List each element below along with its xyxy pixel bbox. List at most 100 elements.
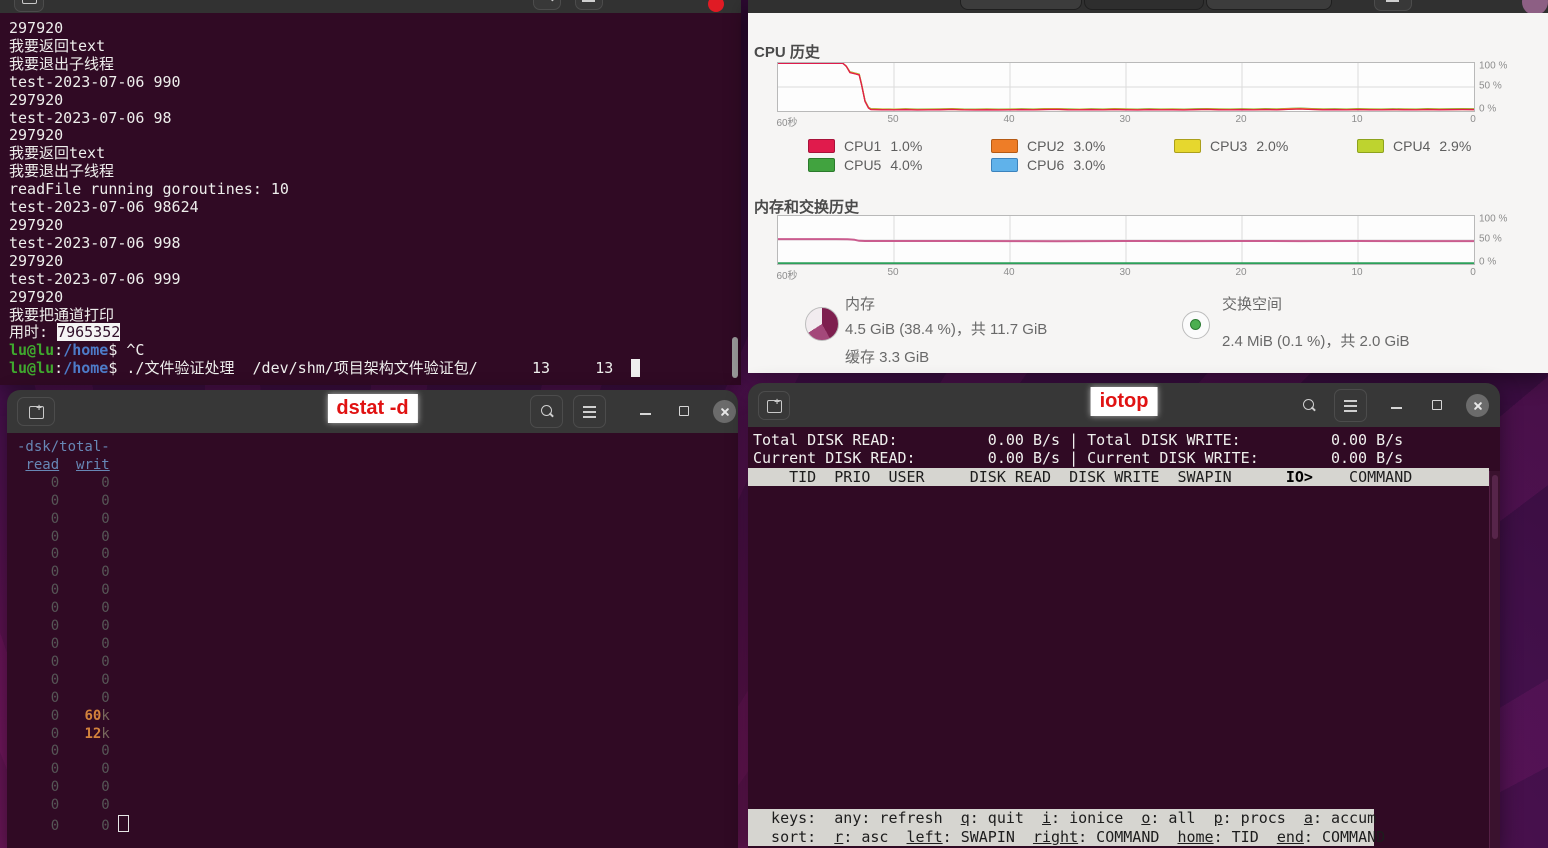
close-icon [719, 406, 731, 418]
terminal-output[interactable]: 297920 我要返回text我要退出子线程 test-2023-07-06 990… [0, 13, 741, 385]
x-tick: 60秒 [776, 114, 797, 129]
close-icon [1472, 400, 1484, 412]
legend-swatch [991, 158, 1018, 172]
terminal-window-main: 297920 我要返回text我要退出子线程 test-2023-07-06 990… [0, 0, 741, 385]
scrollbar-thumb[interactable] [732, 337, 738, 378]
text-segment: 0 [17, 672, 59, 688]
iotop-summary: Total DISK READ: 0.00 B/s | Total DISK W… [748, 431, 1500, 468]
x-tick: 10 [1351, 267, 1362, 278]
text-segment: : [54, 341, 63, 359]
text-segment: readFile running goroutines: 10 [9, 180, 289, 198]
avatar[interactable] [1522, 0, 1548, 13]
menu-button[interactable] [573, 395, 606, 428]
legend-item-CPU5: CPU54.0% [808, 155, 991, 174]
minimize-button[interactable] [1388, 390, 1406, 420]
text-segment: sort: [753, 828, 834, 846]
legend-name: CPU1 [844, 138, 881, 154]
text-segment: 297920 [9, 216, 63, 234]
text-segment: 0 [17, 582, 59, 598]
search-button[interactable] [533, 0, 561, 10]
y-tick: 100 % [1479, 61, 1507, 72]
swap-label: 交换空间 [1222, 293, 1410, 314]
legend-swatch [808, 158, 835, 172]
minimize-icon [1391, 407, 1402, 409]
text-segment: test-2023-07-06 98 [9, 109, 172, 127]
terminal-line: 我要退出子线程 [9, 163, 741, 181]
scrollbar-track[interactable] [1489, 471, 1500, 848]
new-tab-button[interactable] [14, 0, 44, 12]
memory-label: 内存 [845, 293, 1047, 314]
dstat-row: 0 12k [17, 726, 738, 744]
legend-name: CPU4 [1393, 138, 1430, 154]
minimize-button[interactable] [637, 396, 655, 426]
x-tick: 60秒 [776, 267, 797, 282]
hamburger-icon [1344, 405, 1357, 407]
text-segment: 我要返回text [9, 144, 105, 162]
terminal-line: test-2023-07-06 999 [9, 271, 741, 289]
search-button[interactable] [1292, 389, 1325, 422]
scrollbar-thumb[interactable] [1492, 475, 1498, 539]
terminal-line: 我要把通道打印 [9, 307, 741, 325]
memory-pie-icon [805, 307, 839, 341]
text-segment: 12 [59, 726, 101, 742]
search-button[interactable] [530, 395, 563, 428]
maximize-button[interactable] [675, 396, 693, 426]
terminal-line: 297920 [9, 20, 741, 38]
text-segment: a [1304, 809, 1313, 827]
memory-usage-value: 4.5 GiB (38.4 %)，共 11.7 GiB [845, 318, 1047, 339]
legend-swatch [1357, 139, 1384, 153]
cpu-history-chart [777, 62, 1475, 112]
maximize-button[interactable] [1428, 390, 1446, 420]
text-segment: 0 [59, 818, 110, 834]
text-segment: 297920 [9, 91, 63, 109]
dstat-row: 0 0 [17, 815, 738, 836]
sysmon-menu-button[interactable] [1374, 0, 1412, 11]
text-segment: 0 [17, 636, 59, 652]
legend-swatch [808, 139, 835, 153]
cursor-block [631, 359, 640, 377]
y-tick: 50 % [1479, 234, 1502, 245]
swap-usage-value: 2.4 MiB (0.1 %)，共 2.0 GiB [1222, 330, 1410, 351]
text-segment: 0 [59, 761, 110, 777]
iotop-status-line: keys: any: refresh q: quit i: ionice o: … [748, 809, 1374, 827]
dstat-row: 0 0 [17, 690, 738, 708]
dstat-row: 0 0 [17, 761, 738, 779]
legend-name: CPU3 [1210, 138, 1247, 154]
tab-进程[interactable]: 进程 [960, 0, 1082, 10]
terminal-line: test-2023-07-06 98 [9, 110, 741, 128]
new-tab-icon [22, 0, 37, 4]
close-button[interactable] [708, 0, 724, 12]
text-segment: : [54, 359, 63, 377]
text-segment: test-2023-07-06 98624 [9, 198, 199, 216]
new-tab-button[interactable] [758, 391, 790, 420]
text-segment: : accum [1313, 809, 1376, 827]
text-segment: 0 [59, 636, 110, 652]
text-segment: 0 [17, 475, 59, 491]
legend-item-CPU6: CPU63.0% [991, 155, 1174, 174]
text-segment: read [25, 457, 59, 473]
iotop-output[interactable]: Total DISK READ: 0.00 B/s | Total DISK W… [748, 427, 1500, 848]
legend-swatch [1174, 139, 1201, 153]
minimize-icon [640, 413, 651, 415]
tab-资源[interactable]: 资源 [1084, 0, 1204, 10]
menu-button[interactable] [1334, 389, 1367, 422]
text-segment: 0 [59, 654, 110, 670]
menu-button[interactable] [575, 0, 603, 10]
terminal-line: lu@lu:/home$ ./文件验证处理 /dev/shm/项目架构文件验证包… [9, 360, 741, 378]
dstat-output[interactable]: -dsk/total- read writ 0 0 0 0 0 0 0 0 0 … [7, 433, 738, 848]
close-button[interactable] [713, 400, 736, 423]
dstat-row: 0 0 [17, 636, 738, 654]
text-segment: -dsk/total- [17, 439, 110, 455]
text-segment: 60 [59, 708, 101, 724]
text-segment: : ionice [1051, 809, 1141, 827]
text-segment: 0 [59, 546, 110, 562]
text-segment: 0 [59, 511, 110, 527]
memory-info: 内存 4.5 GiB (38.4 %)，共 11.7 GiB 缓存 3.3 Gi… [845, 293, 1047, 367]
dstat-row: 0 0 [17, 654, 738, 672]
tab-文件系统[interactable]: 文件系统 [1206, 0, 1332, 10]
iotop-terminal-window: iotop Total DISK READ: 0.00 B/s | Total … [748, 383, 1500, 848]
close-button[interactable] [1466, 394, 1489, 417]
terminal-line: test-2023-07-06 990 [9, 74, 741, 92]
new-tab-button[interactable] [17, 397, 55, 426]
text-segment: 0 [17, 546, 59, 562]
